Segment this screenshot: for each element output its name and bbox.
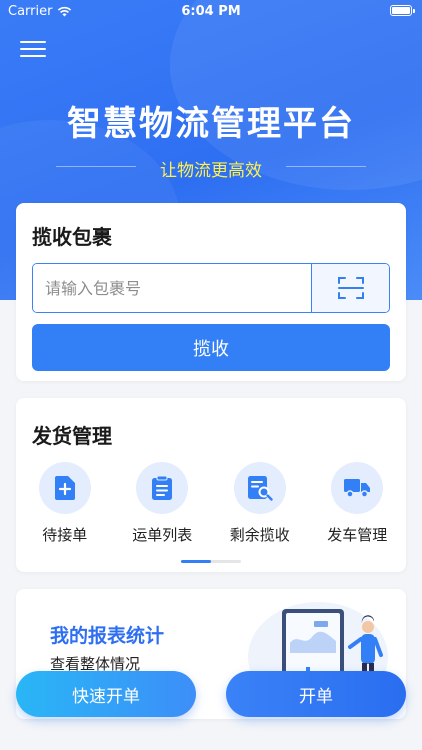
status-time: 6:04 PM	[181, 4, 241, 19]
pickup-card: 揽收包裹 揽收	[16, 203, 406, 381]
menu-item-waybill-list[interactable]: 运单列表	[114, 462, 212, 545]
icon-circle	[136, 462, 189, 514]
page-title: 智慧物流管理平台	[67, 104, 355, 144]
package-number-input[interactable]	[33, 264, 311, 312]
hamburger-icon	[20, 41, 46, 43]
report-title: 我的报表统计	[50, 625, 165, 647]
icon-circle	[233, 462, 286, 514]
menu-item-label: 待接单	[42, 526, 88, 544]
menu-item-label: 剩余揽收	[229, 526, 290, 544]
hamburger-icon-line	[20, 48, 46, 50]
shipping-management-card: 发货管理 待接单 运单列表 剩余揽收 发车管理	[16, 398, 406, 572]
menu-item-label: 发车管理	[327, 526, 388, 544]
quick-order-button[interactable]: 快速开单	[16, 671, 196, 717]
page-indicator-active	[181, 560, 211, 563]
search-document-icon	[247, 476, 273, 501]
pickup-title: 揽收包裹	[32, 225, 112, 249]
pickup-submit-button[interactable]: 揽收	[32, 324, 390, 371]
page-subtitle: 让物流更高效	[160, 161, 262, 181]
menu-item-pending-orders[interactable]: 待接单	[16, 462, 114, 545]
icon-circle	[331, 462, 384, 514]
create-order-button[interactable]: 开单	[226, 671, 406, 717]
truck-icon	[344, 479, 371, 498]
shipping-title: 发货管理	[32, 424, 112, 448]
icon-circle	[38, 462, 91, 514]
page-indicator	[181, 560, 241, 563]
scan-icon	[337, 277, 364, 299]
menu-button[interactable]	[20, 38, 46, 62]
menu-item-dispatch-management[interactable]: 发车管理	[309, 462, 407, 545]
status-bar: Carrier 6:04 PM	[0, 0, 422, 24]
list-document-icon	[152, 475, 173, 500]
menu-item-remaining-pickup[interactable]: 剩余揽收	[211, 462, 309, 545]
divider	[286, 166, 366, 167]
scan-button[interactable]	[311, 264, 389, 312]
battery-icon	[390, 5, 415, 16]
package-search-bar	[32, 263, 390, 313]
add-document-icon	[54, 476, 75, 500]
menu-item-label: 运单列表	[132, 526, 193, 544]
hamburger-icon-line	[20, 55, 46, 57]
shipping-menu-grid: 待接单 运单列表 剩余揽收 发车管理	[16, 462, 406, 545]
